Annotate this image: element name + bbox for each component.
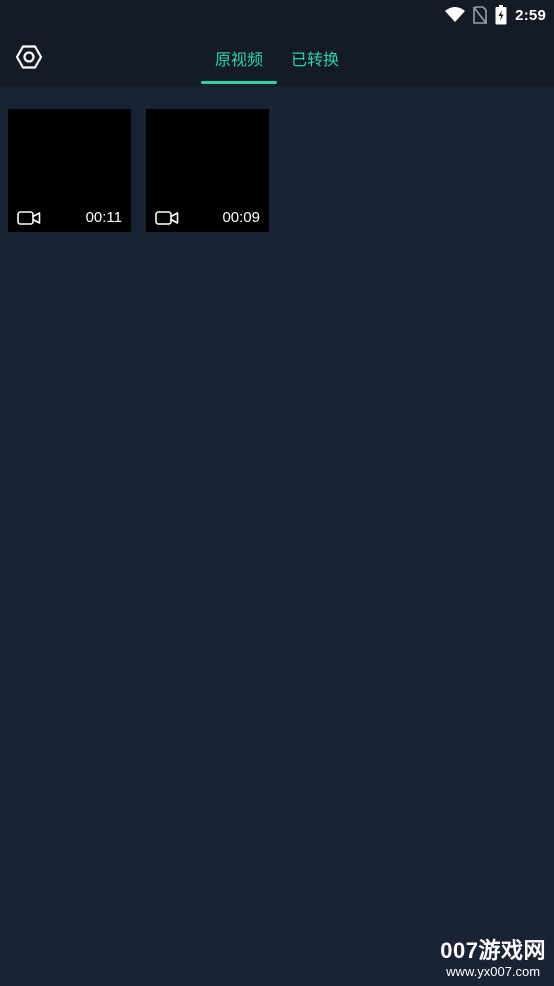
video-thumbnail[interactable]: 00:09: [146, 109, 269, 232]
watermark: 007游戏网 www.yx007.com: [440, 938, 546, 980]
video-duration: 00:11: [85, 209, 122, 226]
settings-hex-icon: [15, 45, 43, 69]
app-bar: 原视频 已转换: [0, 30, 554, 86]
battery-charging-icon: [495, 5, 507, 25]
video-thumbnail[interactable]: 00:11: [8, 109, 131, 232]
tab-indicator: [201, 81, 277, 84]
settings-button[interactable]: [13, 41, 45, 73]
wifi-icon: [445, 7, 466, 22]
status-icons: 2:59: [445, 3, 546, 27]
video-duration: 00:09: [222, 209, 260, 226]
tab-converted[interactable]: 已转换: [282, 30, 348, 86]
no-sim-icon: [473, 6, 488, 24]
tab-original-videos-label: 原视频: [214, 50, 263, 69]
video-camera-icon: [17, 211, 41, 225]
tab-converted-label: 已转换: [290, 50, 339, 69]
watermark-url: www.yx007.com: [446, 964, 541, 979]
status-time: 2:59: [515, 6, 546, 24]
watermark-brand: 007游戏网: [440, 938, 546, 963]
video-camera-icon: [155, 211, 179, 225]
status-bar: 2:59: [0, 0, 554, 30]
tab-original-videos[interactable]: 原视频: [201, 30, 277, 86]
tab-bar: 原视频 已转换: [0, 30, 554, 86]
